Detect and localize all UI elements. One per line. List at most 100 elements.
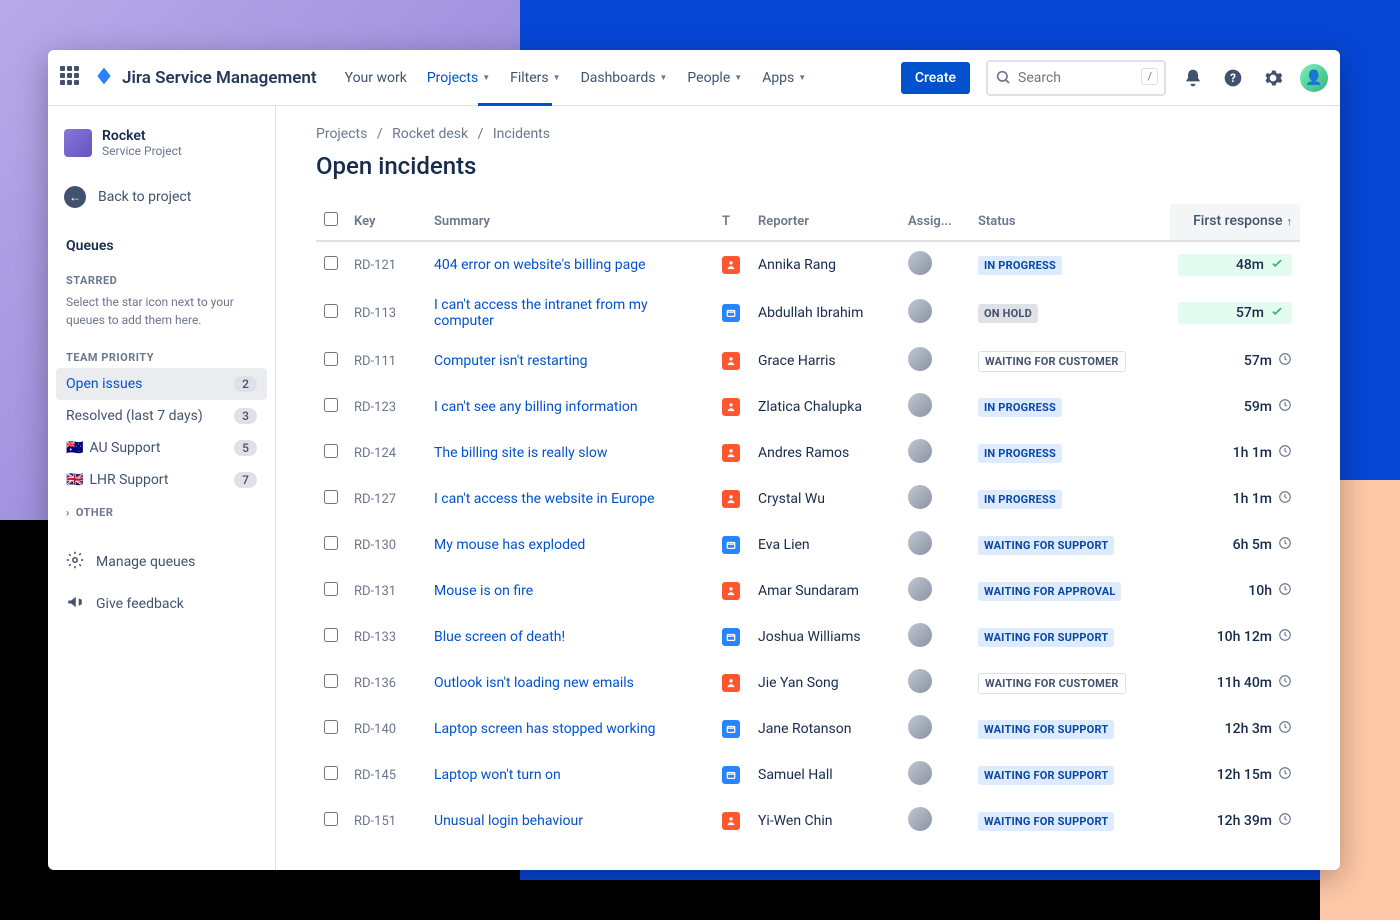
issue-summary-link[interactable]: I can't access the website in Europe (434, 491, 655, 507)
row-checkbox[interactable] (324, 256, 338, 270)
status-badge[interactable]: IN PROGRESS (978, 444, 1062, 463)
queue-item[interactable]: 🇬🇧LHR Support7 (56, 464, 267, 496)
issue-summary-link[interactable]: Outlook isn't loading new emails (434, 675, 634, 691)
issue-summary-link[interactable]: The billing site is really slow (434, 445, 607, 461)
row-checkbox[interactable] (324, 444, 338, 458)
row-checkbox[interactable] (324, 628, 338, 642)
create-button[interactable]: Create (901, 62, 970, 94)
issue-summary-link[interactable]: My mouse has exploded (434, 537, 585, 553)
col-first-response[interactable]: First response↑ (1170, 204, 1300, 241)
issue-summary-link[interactable]: Blue screen of death! (434, 629, 565, 645)
status-badge[interactable]: WAITING FOR SUPPORT (978, 812, 1114, 831)
queue-item[interactable]: Resolved (last 7 days)3 (56, 400, 267, 432)
status-badge[interactable]: IN PROGRESS (978, 490, 1062, 509)
col-assignee[interactable]: Assig... (900, 204, 970, 241)
back-to-project[interactable]: ← Back to project (56, 178, 267, 216)
queue-item[interactable]: Open issues2 (56, 368, 267, 400)
nav-dashboards[interactable]: Dashboards▼ (571, 64, 678, 92)
row-checkbox[interactable] (324, 582, 338, 596)
row-checkbox[interactable] (324, 674, 338, 688)
issue-key[interactable]: RD-136 (346, 660, 426, 706)
col-status[interactable]: Status (970, 204, 1170, 241)
issue-key[interactable]: RD-145 (346, 752, 426, 798)
issue-key[interactable]: RD-133 (346, 614, 426, 660)
row-checkbox[interactable] (324, 536, 338, 550)
col-summary[interactable]: Summary (426, 204, 714, 241)
settings-icon[interactable] (1260, 65, 1286, 91)
issue-summary-link[interactable]: Computer isn't restarting (434, 353, 587, 369)
nav-your-work[interactable]: Your work (335, 64, 417, 92)
manage-queues[interactable]: Manage queues (56, 541, 267, 583)
breadcrumb-rocket-desk[interactable]: Rocket desk (392, 126, 468, 142)
status-badge[interactable]: ON HOLD (978, 304, 1038, 323)
breadcrumb-incidents[interactable]: Incidents (493, 126, 550, 142)
row-checkbox[interactable] (324, 490, 338, 504)
assignee-avatar[interactable] (908, 531, 932, 555)
search-input[interactable] (986, 60, 1166, 96)
status-badge[interactable]: WAITING FOR CUSTOMER (978, 673, 1126, 694)
issue-summary-link[interactable]: I can't access the intranet from my comp… (434, 297, 648, 329)
app-switcher-icon[interactable] (60, 66, 84, 90)
issue-summary-link[interactable]: 404 error on website's billing page (434, 257, 646, 273)
status-badge[interactable]: WAITING FOR SUPPORT (978, 766, 1114, 785)
issue-key[interactable]: RD-123 (346, 384, 426, 430)
issue-key[interactable]: RD-121 (346, 241, 426, 288)
help-icon[interactable]: ? (1220, 65, 1246, 91)
issue-key[interactable]: RD-127 (346, 476, 426, 522)
assignee-avatar[interactable] (908, 485, 932, 509)
status-badge[interactable]: IN PROGRESS (978, 256, 1062, 275)
row-checkbox[interactable] (324, 766, 338, 780)
col-key[interactable]: Key (346, 204, 426, 241)
assignee-avatar[interactable] (908, 251, 932, 275)
issue-key[interactable]: RD-113 (346, 288, 426, 338)
issue-key[interactable]: RD-131 (346, 568, 426, 614)
issue-summary-link[interactable]: Unusual login behaviour (434, 813, 583, 829)
status-badge[interactable]: WAITING FOR SUPPORT (978, 536, 1114, 555)
nav-filters[interactable]: Filters▼ (500, 64, 570, 92)
user-avatar[interactable]: 👤 (1300, 64, 1328, 92)
nav-projects[interactable]: Projects▼ (417, 64, 500, 92)
give-feedback[interactable]: Give feedback (56, 583, 267, 625)
assignee-avatar[interactable] (908, 393, 932, 417)
col-type[interactable]: T (714, 204, 750, 241)
issue-key[interactable]: RD-124 (346, 430, 426, 476)
row-checkbox[interactable] (324, 398, 338, 412)
notifications-icon[interactable] (1180, 65, 1206, 91)
assignee-avatar[interactable] (908, 439, 932, 463)
row-checkbox[interactable] (324, 812, 338, 826)
assignee-avatar[interactable] (908, 299, 932, 323)
issue-summary-link[interactable]: Laptop won't turn on (434, 767, 561, 783)
row-checkbox[interactable] (324, 720, 338, 734)
assignee-avatar[interactable] (908, 715, 932, 739)
issue-key[interactable]: RD-111 (346, 338, 426, 384)
issue-key[interactable]: RD-151 (346, 798, 426, 844)
issue-summary-link[interactable]: Mouse is on fire (434, 583, 533, 599)
issue-summary-link[interactable]: I can't see any billing information (434, 399, 638, 415)
project-header[interactable]: Rocket Service Project (56, 122, 267, 164)
nav-apps[interactable]: Apps▼ (752, 64, 816, 92)
status-badge[interactable]: IN PROGRESS (978, 398, 1062, 417)
issue-key[interactable]: RD-130 (346, 522, 426, 568)
incident-icon (722, 490, 740, 508)
other-section-toggle[interactable]: › OTHER (56, 496, 267, 529)
assignee-avatar[interactable] (908, 807, 932, 831)
assignee-avatar[interactable] (908, 577, 932, 601)
status-badge[interactable]: WAITING FOR APPROVAL (978, 582, 1121, 601)
issue-key[interactable]: RD-140 (346, 706, 426, 752)
queue-item[interactable]: 🇦🇺AU Support5 (56, 432, 267, 464)
assignee-avatar[interactable] (908, 669, 932, 693)
col-reporter[interactable]: Reporter (750, 204, 900, 241)
breadcrumb-projects[interactable]: Projects (316, 126, 367, 142)
jira-logo-icon (94, 66, 114, 90)
assignee-avatar[interactable] (908, 761, 932, 785)
row-checkbox[interactable] (324, 352, 338, 366)
nav-people[interactable]: People▼ (677, 64, 752, 92)
row-checkbox[interactable] (324, 304, 338, 318)
select-all-checkbox[interactable] (324, 212, 338, 226)
status-badge[interactable]: WAITING FOR SUPPORT (978, 628, 1114, 647)
status-badge[interactable]: WAITING FOR CUSTOMER (978, 351, 1126, 372)
assignee-avatar[interactable] (908, 623, 932, 647)
issue-summary-link[interactable]: Laptop screen has stopped working (434, 721, 656, 737)
status-badge[interactable]: WAITING FOR SUPPORT (978, 720, 1114, 739)
assignee-avatar[interactable] (908, 347, 932, 371)
